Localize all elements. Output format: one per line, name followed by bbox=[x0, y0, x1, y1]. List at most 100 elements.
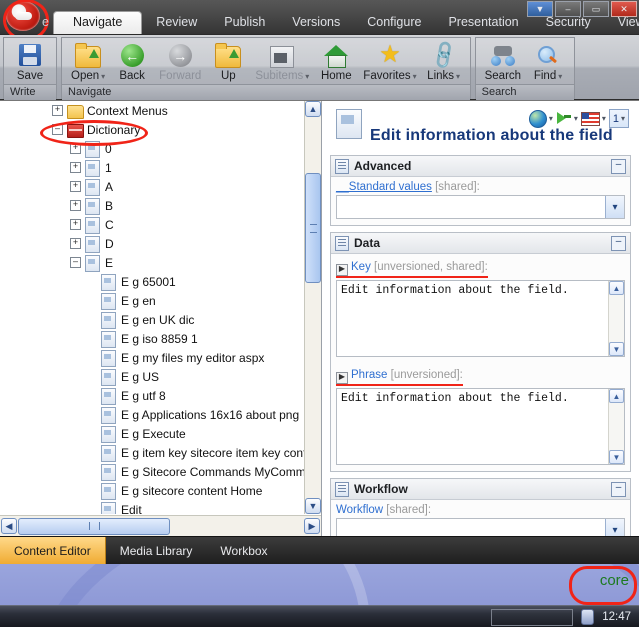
standard-values-select[interactable]: ▾ bbox=[336, 195, 625, 219]
tree-item-label[interactable]: E g Applications 16x16 about png bbox=[121, 408, 299, 422]
minimize-button[interactable]: – bbox=[555, 1, 581, 17]
key-field-scrollbar[interactable]: ▲ ▼ bbox=[608, 281, 624, 356]
ribbon-tab-review[interactable]: Review bbox=[143, 11, 210, 34]
tree-item[interactable]: E g my files my editor aspx bbox=[0, 348, 305, 367]
tree-item-label[interactable]: Context Menus bbox=[87, 104, 168, 118]
phrase-field-name[interactable]: Phrase bbox=[351, 369, 387, 381]
scroll-up-button[interactable]: ▲ bbox=[609, 281, 624, 295]
tree-item[interactable]: E g en UK dic bbox=[0, 310, 305, 329]
language-globe-button[interactable]: ▾ bbox=[528, 109, 553, 128]
taskbar-tray-slot[interactable] bbox=[491, 608, 574, 626]
tree-item[interactable]: E g US bbox=[0, 367, 305, 386]
tree-item-label[interactable]: A bbox=[105, 180, 113, 194]
links-button[interactable]: 🔗 Links ▾ bbox=[422, 40, 466, 84]
phrase-field-textarea[interactable]: Edit information about the field. ▲ ▼ bbox=[336, 388, 625, 465]
collapse-icon[interactable]: – bbox=[70, 257, 81, 268]
key-field-textarea[interactable]: Edit information about the field. ▲ ▼ bbox=[336, 280, 625, 357]
tree-item[interactable]: E g iso 8859 1 bbox=[0, 329, 305, 348]
tree-item[interactable]: E g sitecore content Home bbox=[0, 481, 305, 500]
key-field-name[interactable]: Key bbox=[351, 261, 371, 273]
scroll-up-button[interactable]: ▲ bbox=[609, 389, 624, 403]
collapse-toggle[interactable]: – bbox=[611, 481, 626, 497]
scroll-left-button[interactable]: ◀ bbox=[1, 518, 17, 534]
ribbon-tab-navigate[interactable]: Navigate bbox=[52, 11, 143, 34]
tree-item[interactable]: E g Execute bbox=[0, 424, 305, 443]
tree-item-label[interactable]: E g sitecore content Home bbox=[121, 484, 262, 498]
tree-item-label[interactable]: C bbox=[105, 218, 114, 232]
tab-media-library[interactable]: Media Library bbox=[106, 537, 207, 564]
back-button[interactable]: ← Back bbox=[110, 40, 154, 84]
expand-icon[interactable]: + bbox=[70, 200, 81, 211]
collapse-icon[interactable]: – bbox=[52, 124, 63, 135]
expand-icon[interactable]: + bbox=[70, 143, 81, 154]
tree-item[interactable]: E g Applications 16x16 about png bbox=[0, 405, 305, 424]
workflow-select[interactable]: ▾ bbox=[336, 518, 625, 536]
tree-item[interactable]: +1 bbox=[0, 158, 305, 177]
tree-item-label[interactable]: E g utf 8 bbox=[121, 389, 166, 403]
key-field-value[interactable]: Edit information about the field. bbox=[337, 281, 608, 356]
tree-item[interactable]: E g utf 8 bbox=[0, 386, 305, 405]
scroll-right-button[interactable]: ▶ bbox=[304, 518, 320, 534]
tree-item[interactable]: E g en bbox=[0, 291, 305, 310]
tree-item-label[interactable]: Edit bbox=[121, 503, 142, 515]
chevron-down-icon[interactable]: ▾ bbox=[605, 519, 624, 536]
section-workflow-header[interactable]: Workflow – bbox=[331, 479, 630, 500]
quick-access-dropdown-button[interactable]: ▼ bbox=[527, 1, 553, 17]
save-button[interactable]: Save bbox=[8, 40, 52, 84]
section-data-header[interactable]: Data – bbox=[331, 233, 630, 254]
field-expander-icon[interactable]: ▶ bbox=[336, 372, 348, 384]
tree-item[interactable]: +0 bbox=[0, 139, 305, 158]
open-button[interactable]: Open ▾ bbox=[66, 40, 110, 84]
maximize-button[interactable]: ▭ bbox=[583, 1, 609, 17]
tree-item-label[interactable]: 1 bbox=[105, 161, 112, 175]
scroll-down-button[interactable]: ▼ bbox=[305, 498, 321, 514]
find-button[interactable]: Find ▾ bbox=[526, 40, 570, 84]
favorites-button[interactable]: ★ Favorites ▾ bbox=[358, 40, 421, 84]
tree-item-label[interactable]: 0 bbox=[105, 142, 112, 156]
tree-item-label[interactable]: E g item key sitecore item key content bbox=[121, 446, 305, 460]
tree-item-label[interactable]: E g en UK dic bbox=[121, 313, 194, 327]
collapse-toggle[interactable]: – bbox=[611, 235, 626, 251]
workflow-field-name[interactable]: Workflow bbox=[336, 504, 383, 516]
tree-item-label[interactable]: E g US bbox=[121, 370, 159, 384]
scroll-up-button[interactable]: ▲ bbox=[305, 101, 321, 117]
subitems-button[interactable]: Subitems ▾ bbox=[250, 40, 314, 84]
tree-scroll-thumb[interactable] bbox=[305, 173, 321, 283]
tree-item[interactable]: + A bbox=[0, 177, 305, 196]
phrase-field-value[interactable]: Edit information about the field. bbox=[337, 389, 608, 464]
tree-item[interactable]: + D bbox=[0, 234, 305, 253]
expand-icon[interactable]: + bbox=[52, 105, 63, 116]
close-button[interactable]: ✕ bbox=[611, 1, 637, 17]
tree-item[interactable]: E g item key sitecore item key content bbox=[0, 443, 305, 462]
tree-item-label[interactable]: E g my files my editor aspx bbox=[121, 351, 264, 365]
tree-item-label[interactable]: E bbox=[105, 256, 113, 270]
forward-button[interactable]: → Forward bbox=[154, 40, 206, 84]
expand-icon[interactable]: + bbox=[70, 181, 81, 192]
expand-icon[interactable]: + bbox=[70, 162, 81, 173]
expand-icon[interactable]: + bbox=[70, 238, 81, 249]
collapse-toggle[interactable]: – bbox=[611, 158, 626, 174]
tree-item[interactable]: – E bbox=[0, 253, 305, 272]
tree-item-label[interactable]: E g iso 8859 1 bbox=[121, 332, 198, 346]
tree-item-label[interactable]: B bbox=[105, 199, 113, 213]
tree-item-label[interactable]: E g en bbox=[121, 294, 156, 308]
ribbon-tab-configure[interactable]: Configure bbox=[354, 11, 434, 34]
insert-options-button[interactable]: ▾ bbox=[556, 111, 578, 127]
section-advanced-header[interactable]: Advanced – bbox=[331, 156, 630, 177]
tree-hscroll-thumb[interactable] bbox=[18, 517, 170, 535]
tree-item-label[interactable]: E g Execute bbox=[121, 427, 186, 441]
standard-values-field-name[interactable]: __Standard values bbox=[336, 181, 432, 193]
up-button[interactable]: Up bbox=[206, 40, 250, 84]
tree-item[interactable]: + Context Menus bbox=[0, 101, 305, 120]
language-flag-button[interactable]: ▾ bbox=[580, 111, 606, 126]
field-expander-icon[interactable]: ▶ bbox=[336, 264, 348, 276]
sitecore-logo-icon[interactable] bbox=[6, 1, 40, 31]
tab-workbox[interactable]: Workbox bbox=[206, 537, 281, 564]
tab-content-editor[interactable]: Content Editor bbox=[0, 537, 106, 564]
tree-item[interactable]: + C bbox=[0, 215, 305, 234]
tree-vertical-scrollbar[interactable]: ▲ ▼ bbox=[304, 101, 321, 514]
scroll-down-button[interactable]: ▼ bbox=[609, 342, 624, 356]
tree-item[interactable]: – Dictionary bbox=[0, 120, 305, 139]
search-button[interactable]: Search bbox=[480, 40, 526, 84]
tree-item-label[interactable]: Dictionary bbox=[87, 123, 140, 137]
